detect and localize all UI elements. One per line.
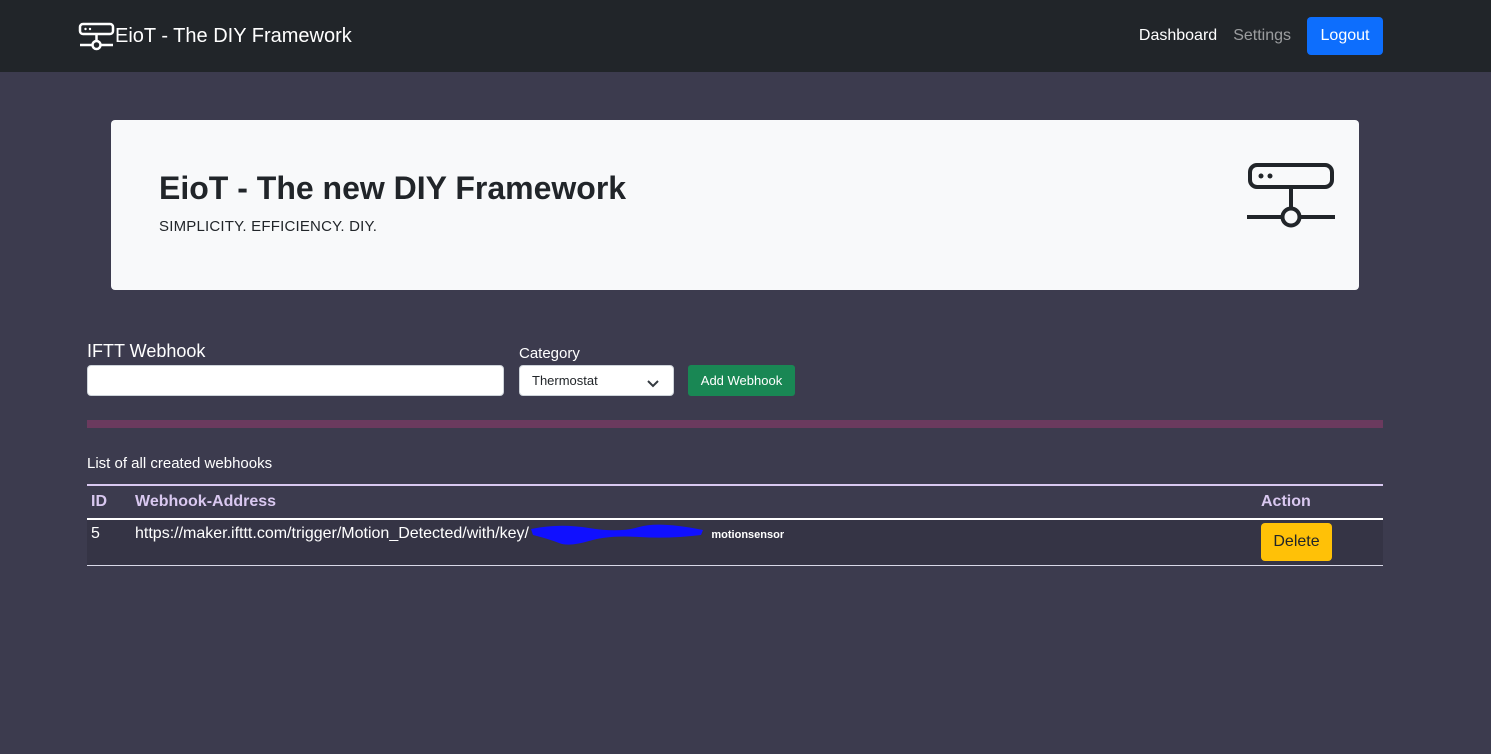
nav-dashboard-link[interactable]: Dashboard bbox=[1139, 17, 1217, 55]
table-row: 5 https://maker.ifttt.com/trigger/Motion… bbox=[87, 519, 1383, 565]
webhook-address-cell: https://maker.ifttt.com/trigger/Motion_D… bbox=[131, 519, 1257, 565]
column-header-address: Webhook-Address bbox=[135, 493, 277, 510]
hero-card: EioT - The new DIY Framework SIMPLICITY.… bbox=[111, 120, 1359, 290]
hero-title: EioT - The new DIY Framework bbox=[159, 170, 627, 206]
add-webhook-button[interactable]: Add Webhook bbox=[688, 365, 795, 396]
nav-settings-link[interactable]: Settings bbox=[1233, 17, 1291, 55]
column-header-action: Action bbox=[1261, 493, 1311, 510]
webhook-category: motionsensor bbox=[711, 529, 785, 542]
category-label: Category bbox=[519, 345, 580, 362]
server-icon bbox=[1247, 162, 1337, 237]
chevron-down-icon bbox=[647, 376, 659, 391]
webhook-input[interactable] bbox=[87, 365, 504, 396]
brand-text: EioT - The DIY Framework bbox=[115, 24, 352, 47]
webhooks-table: ID Webhook-Address Action 5 https://make… bbox=[87, 484, 1383, 566]
table-header-row: ID Webhook-Address Action bbox=[87, 485, 1383, 519]
webhook-id: 5 bbox=[91, 525, 100, 543]
section-divider bbox=[87, 420, 1383, 428]
delete-button[interactable]: Delete bbox=[1261, 523, 1332, 562]
category-select[interactable]: Thermostat bbox=[519, 365, 674, 396]
webhook-address: https://maker.ifttt.com/trigger/Motion_D… bbox=[135, 525, 529, 543]
list-caption: List of all created webhooks bbox=[87, 455, 273, 472]
logout-button[interactable]: Logout bbox=[1307, 17, 1383, 55]
redacted-key bbox=[529, 524, 705, 545]
nav-links: Dashboard Settings Logout bbox=[1139, 17, 1383, 55]
webhook-action-cell: Delete bbox=[1257, 519, 1383, 565]
category-selected-value: Thermostat bbox=[532, 373, 598, 388]
webhook-id-cell: 5 bbox=[87, 519, 131, 565]
column-header-id: ID bbox=[91, 493, 107, 510]
webhook-label: IFTT Webhook bbox=[87, 341, 206, 361]
navbar: EioT - The DIY Framework Dashboard Setti… bbox=[0, 0, 1491, 72]
server-icon bbox=[78, 21, 115, 51]
brand-link[interactable]: EioT - The DIY Framework bbox=[78, 20, 352, 52]
hero-subtitle: SIMPLICITY. EFFICIENCY. DIY. bbox=[159, 218, 378, 235]
